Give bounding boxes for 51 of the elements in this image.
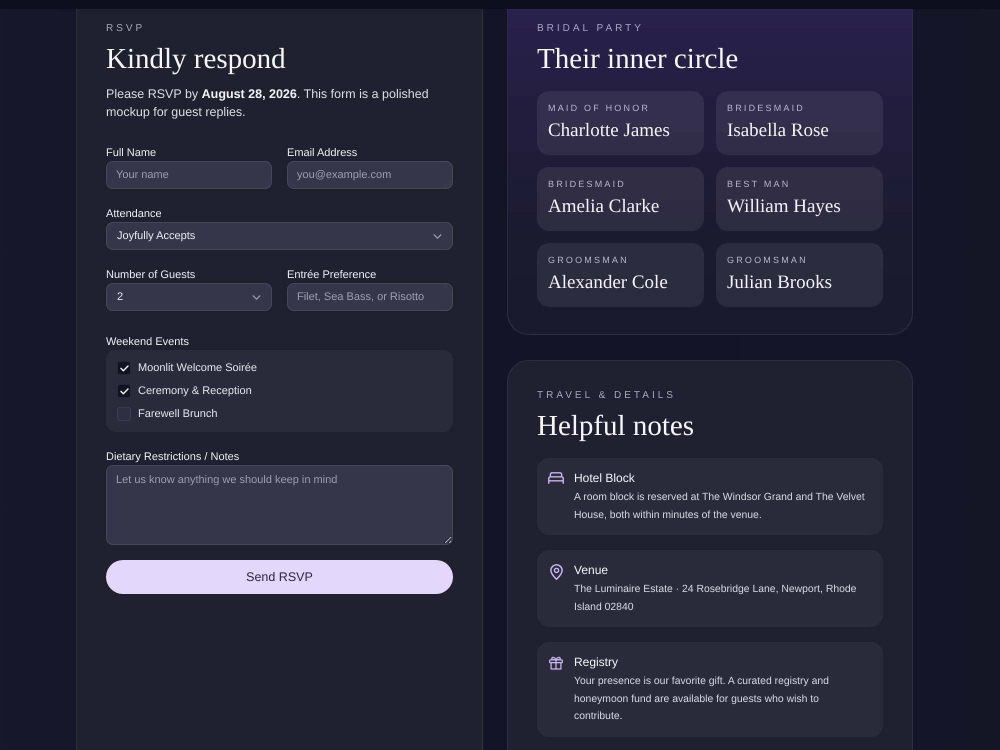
member-name: Charlotte James (548, 119, 671, 143)
note-text: Your presence is our favorite gift. A curated registry and honeymoon fund are available for guests who wish to contribute. (574, 675, 830, 724)
send-rsvp-button[interactable]: Send RSVP (106, 560, 453, 594)
member-role: GROOMSMAN (548, 254, 630, 266)
input-field[interactable]: Your name (106, 161, 272, 189)
member-role: GROOMSMAN (727, 254, 809, 266)
checkbox[interactable] (117, 384, 131, 398)
check-icon (120, 388, 128, 394)
intro-text: Please RSVP by August 28, 2026. This form is a polished mockup for guest replies. (106, 86, 430, 121)
notes-field[interactable]: Let us know anything we should keep in mind (106, 465, 453, 545)
checkbox-label[interactable]: Moonlit Welcome Soirée (138, 359, 258, 377)
section-eyebrow: TRAVEL & DETAILS (537, 389, 677, 403)
checkbox-label[interactable]: Ceremony & Reception (138, 382, 252, 400)
map-pin-icon (550, 564, 562, 580)
member-name: Alexander Cole (548, 271, 669, 295)
member-name: Isabella Rose (727, 119, 830, 143)
field-label: Full Name (106, 146, 158, 161)
field-label: Entrée Preference (287, 268, 378, 283)
field-label: Number of Guests (106, 268, 196, 283)
chevron-down-icon (433, 234, 442, 238)
checkbox[interactable] (117, 361, 131, 375)
field-label: Email Address (287, 146, 358, 161)
checkbox-label[interactable]: Farewell Brunch (138, 405, 218, 423)
dropdown[interactable]: 2 (106, 283, 272, 311)
note-title: Registry (574, 654, 620, 671)
field-label: Dietary Restrictions / Notes (106, 450, 240, 465)
section-eyebrow: BRIDAL PARTY (537, 22, 645, 36)
note-title: Venue (574, 562, 610, 579)
section-eyebrow: RSVP (106, 22, 146, 36)
dropdown[interactable]: Joyfully Accepts (106, 222, 453, 250)
input-field[interactable]: Filet, Sea Bass, or Risotto (287, 283, 453, 311)
member-name: Julian Brooks (727, 271, 834, 295)
note-text: The Luminaire Estate · 24 Rosebridge Lane, Newport, Rhode Island 02840 (574, 583, 858, 614)
member-role: BRIDESMAID (727, 102, 806, 114)
note-title: Hotel Block (574, 470, 636, 487)
member-role: BRIDESMAID (548, 178, 628, 190)
section-heading: Helpful notes (537, 409, 696, 444)
input-field[interactable]: you@example.com (287, 161, 453, 189)
field-label: Attendance (106, 207, 163, 222)
member-name: William Hayes (727, 195, 842, 219)
bed-icon (548, 472, 564, 484)
member-role: BEST MAN (727, 178, 792, 190)
member-role: MAID OF HONOR (548, 102, 652, 114)
section-heading: Kindly respond (106, 42, 287, 77)
check-icon (120, 364, 128, 372)
gift-icon (549, 656, 563, 670)
chevron-down-icon (252, 294, 261, 300)
section-heading: Their inner circle (537, 42, 740, 77)
note-text: A room block is reserved at The Windsor Grand and The Velvet House, both within minutes of the venue. (574, 491, 866, 522)
member-name: Amelia Clarke (548, 195, 660, 219)
field-label: Weekend Events (106, 335, 190, 350)
